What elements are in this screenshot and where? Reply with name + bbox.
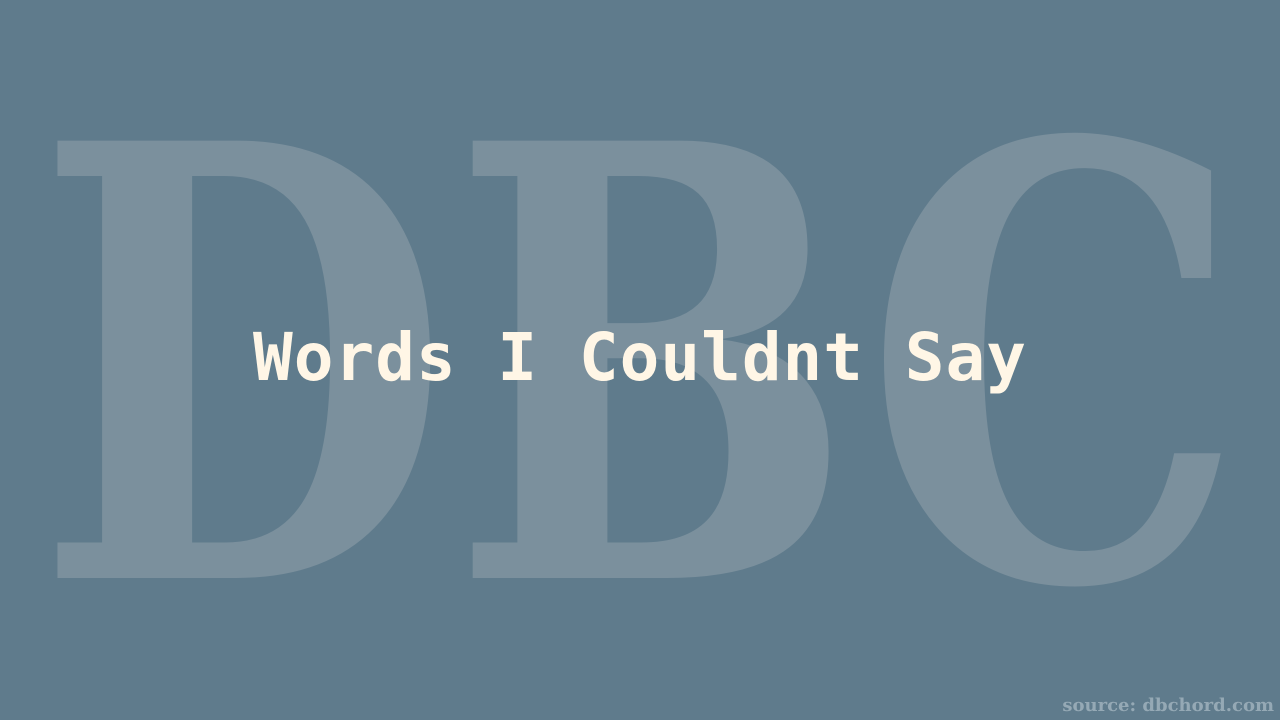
song-title: Words I Couldnt Say: [253, 319, 1027, 396]
title-card: DBC Words I Couldnt Say source: dbchord.…: [0, 0, 1280, 720]
source-credit: source: dbchord.com: [1062, 695, 1274, 716]
